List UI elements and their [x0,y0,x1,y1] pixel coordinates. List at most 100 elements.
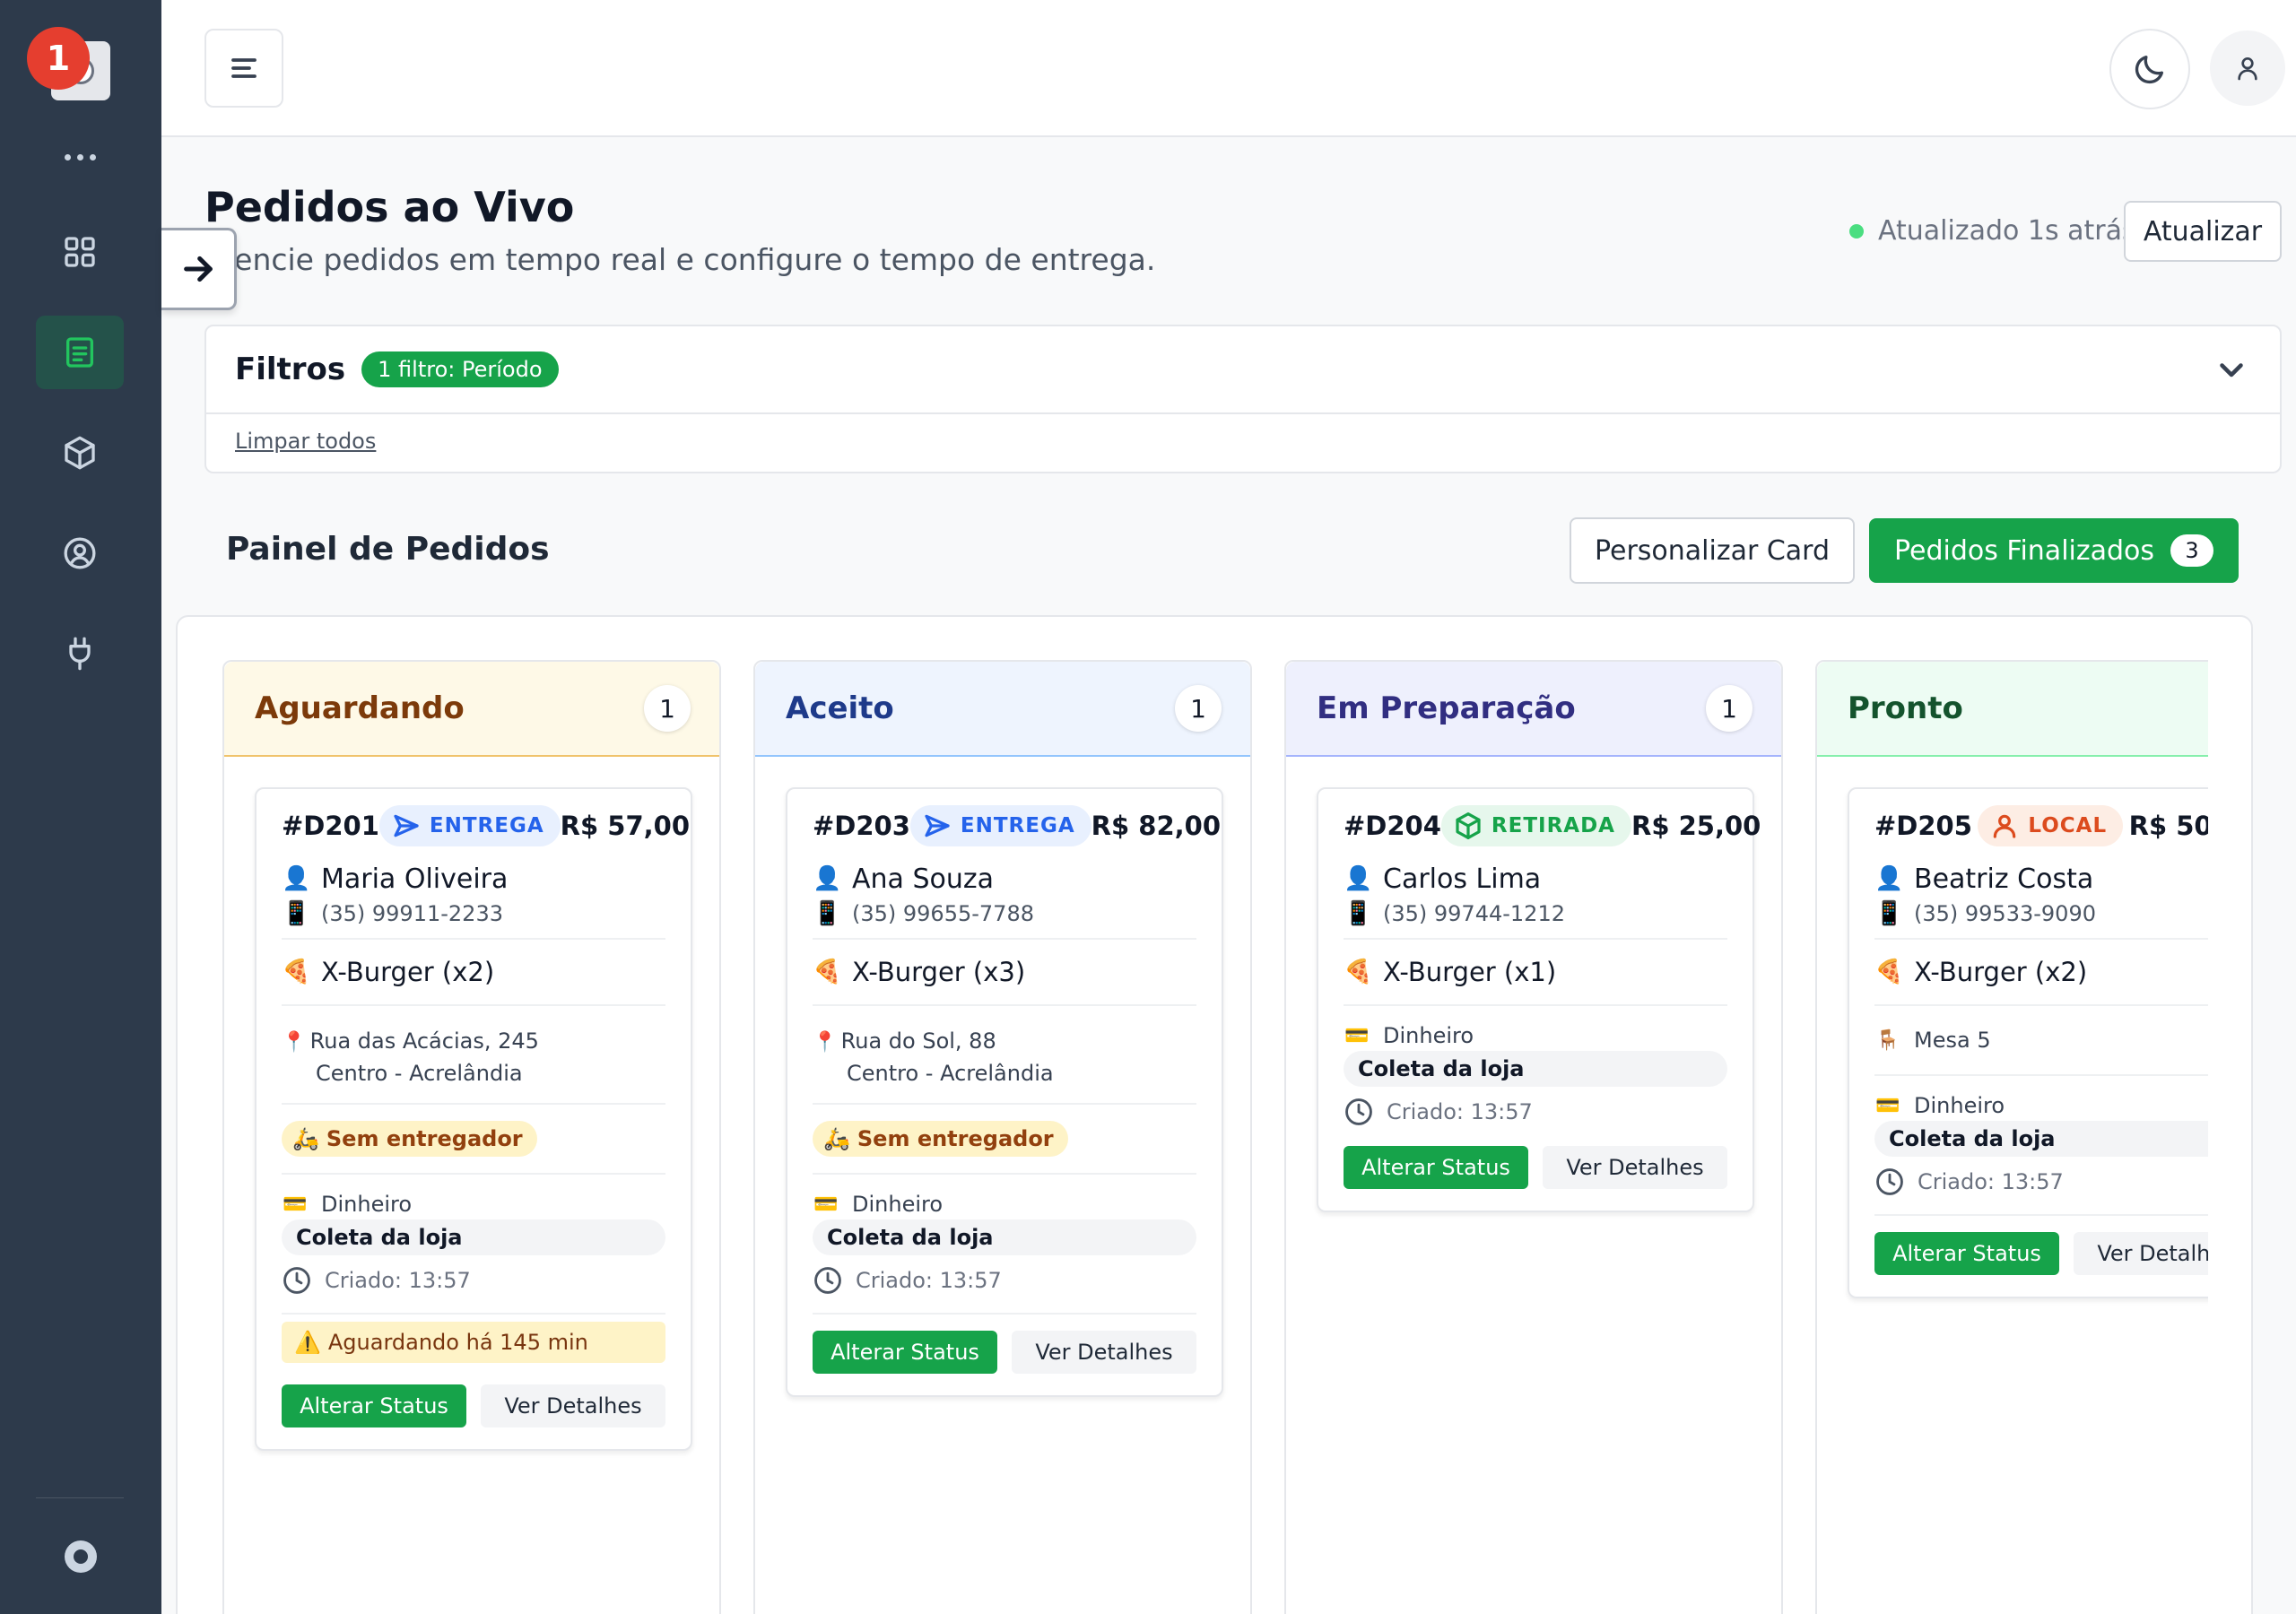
card-icon: 💳 [1344,1024,1370,1047]
order-item: X-Burger (x2) [321,957,495,987]
view-details-button[interactable]: Ver Detalhes [1012,1331,1196,1374]
page-title: Pedidos ao Vivo [204,183,575,231]
clock-icon [1876,1168,1903,1195]
order-price: R$ 25,00 [1631,811,1761,841]
user-menu-button[interactable] [2210,30,2285,106]
order-id: #D205 [1874,811,1972,841]
send-icon [925,814,950,837]
column-em-preparacao: Em Preparação 1 #D204 RETIRADA R$ 25,00 … [1284,660,1783,1614]
column-count: 1 [1706,685,1752,732]
sidebar-item-orders[interactable] [36,316,124,389]
customer-phone: (35) 99655-7788 [852,901,1034,926]
pizza-icon: 🍕 [813,959,842,985]
sidebar-item-customers[interactable] [36,516,124,590]
orders-icon [66,337,93,368]
arrow-right-icon [183,256,213,282]
card-icon: 💳 [1875,1094,1900,1117]
payment-method: Dinheiro [321,1192,413,1217]
notification-badge: 1 [27,27,90,90]
order-card[interactable]: #D203 ENTREGA R$ 82,00 👤 Ana Souza 📱 (35) … [786,787,1223,1397]
send-icon [394,814,419,837]
order-item: X-Burger (x1) [1383,957,1557,987]
change-status-button[interactable]: Alterar Status [813,1331,997,1374]
sidebar-divider [36,1497,124,1498]
active-filter-badge: 1 filtro: Período [361,351,559,387]
column-title: Aguardando [255,690,465,726]
box-icon [1456,812,1481,839]
order-item: X-Burger (x3) [852,957,1026,987]
customer-name: Carlos Lima [1383,863,1542,895]
finished-orders-button[interactable]: Pedidos Finalizados 3 [1869,518,2239,583]
payment-method: Dinheiro [1383,1023,1474,1048]
filters-header[interactable]: Filtros 1 filtro: Período [206,326,2280,414]
column-aguardando: Aguardando 1 #D201 ENTREGA R$ 57,00 👤 Mar… [222,660,721,1614]
column-header: Em Preparação 1 [1286,662,1781,757]
order-price: R$ 82,00 [1091,811,1221,841]
card-icon: 💳 [283,1193,308,1216]
live-indicator [1849,223,1864,239]
view-details-button[interactable]: Ver Detalhes [1543,1146,1727,1189]
sidebar-item-dashboard[interactable] [36,215,124,289]
order-type-badge: ENTREGA [378,805,561,846]
finished-orders-label: Pedidos Finalizados [1893,534,2155,567]
created-time: Criado: 13:57 [856,1268,1002,1293]
moon-icon [2135,56,2163,84]
table-number: Mesa 5 [1914,1028,1991,1053]
customer-phone: (35) 99533-9090 [1914,901,2096,926]
pizza-icon: 🍕 [282,959,311,985]
column-count: 1 [1175,685,1222,732]
more-icon[interactable] [65,154,96,161]
payment-method: Dinheiro [852,1192,944,1217]
scooter-icon: 🛵 [823,1126,850,1151]
customer-phone: (35) 99744-1212 [1383,901,1565,926]
kanban-board: Aguardando 1 #D201 ENTREGA R$ 57,00 👤 Mar… [176,615,2253,1614]
expand-sidebar-button[interactable] [161,228,237,310]
driver-status-badge: 🛵 Sem entregador [282,1121,537,1157]
sidebar-item-integrations[interactable] [36,617,124,690]
filters-title: Filtros [235,351,346,387]
change-status-button[interactable]: Alterar Status [282,1384,466,1427]
view-details-button[interactable]: Ver Detalhes [481,1384,665,1427]
order-card[interactable]: #D205 LOCAL R$ 50,00 👤 Beatriz Costa 📱 (35… [1848,787,2208,1298]
phone-icon: 📱 [813,900,842,927]
phone-icon: 📱 [1874,900,1904,927]
customize-card-button[interactable]: Personalizar Card [1570,517,1855,584]
pickup-badge: Coleta da loja [1874,1121,2208,1157]
column-header: Pronto [1817,662,2208,757]
phone-icon: 📱 [1344,900,1373,927]
card-icon: 💳 [813,1193,839,1216]
pizza-icon: 🍕 [1874,959,1904,985]
pizza-icon: 🍕 [1344,959,1373,985]
refresh-button[interactable]: Atualizar [2124,201,2282,262]
settings-icon[interactable] [65,1540,97,1573]
clock-icon [814,1267,841,1294]
page-subtitle: erencie pedidos em tempo real e configur… [204,242,1156,277]
chair-icon: 🪑 [1875,1028,1900,1052]
column-header: Aceito 1 [755,662,1250,757]
change-status-button[interactable]: Alterar Status [1874,1232,2059,1275]
column-header: Aguardando 1 [224,662,719,757]
menu-toggle-button[interactable] [204,29,283,108]
board-scroll-area[interactable]: Aguardando 1 #D201 ENTREGA R$ 57,00 👤 Mar… [222,660,2208,1614]
view-details-button[interactable]: Ver Detalhes [2074,1232,2208,1275]
pin-icon: 📍 [813,1031,838,1054]
person-outline-icon [1994,814,2016,838]
order-card[interactable]: #D201 ENTREGA R$ 57,00 👤 Maria Oliveira 📱… [255,787,692,1451]
pickup-badge: Coleta da loja [282,1219,665,1255]
order-price: R$ 50,00 [2128,811,2208,841]
person-icon: 👤 [282,865,311,892]
order-card[interactable]: #D204 RETIRADA R$ 25,00 👤 Carlos Lima 📱 (3… [1317,787,1761,1212]
sidebar-item-products[interactable] [36,416,124,490]
column-title: Em Preparação [1317,690,1576,726]
scooter-icon: 🛵 [292,1126,319,1151]
clear-filters-link[interactable]: Limpar todos [235,429,376,454]
order-item: X-Burger (x2) [1914,957,2088,987]
grid-icon [65,237,95,267]
hamburger-icon [231,58,257,78]
theme-toggle-button[interactable] [2109,29,2190,109]
delivery-address: 📍 Rua das Acácias, 245 Centro - Acrelând… [282,1028,539,1086]
person-icon: 👤 [813,865,842,892]
change-status-button[interactable]: Alterar Status [1344,1146,1528,1189]
chevron-down-icon[interactable] [2215,353,2248,386]
order-id: #D204 [1344,811,1441,841]
